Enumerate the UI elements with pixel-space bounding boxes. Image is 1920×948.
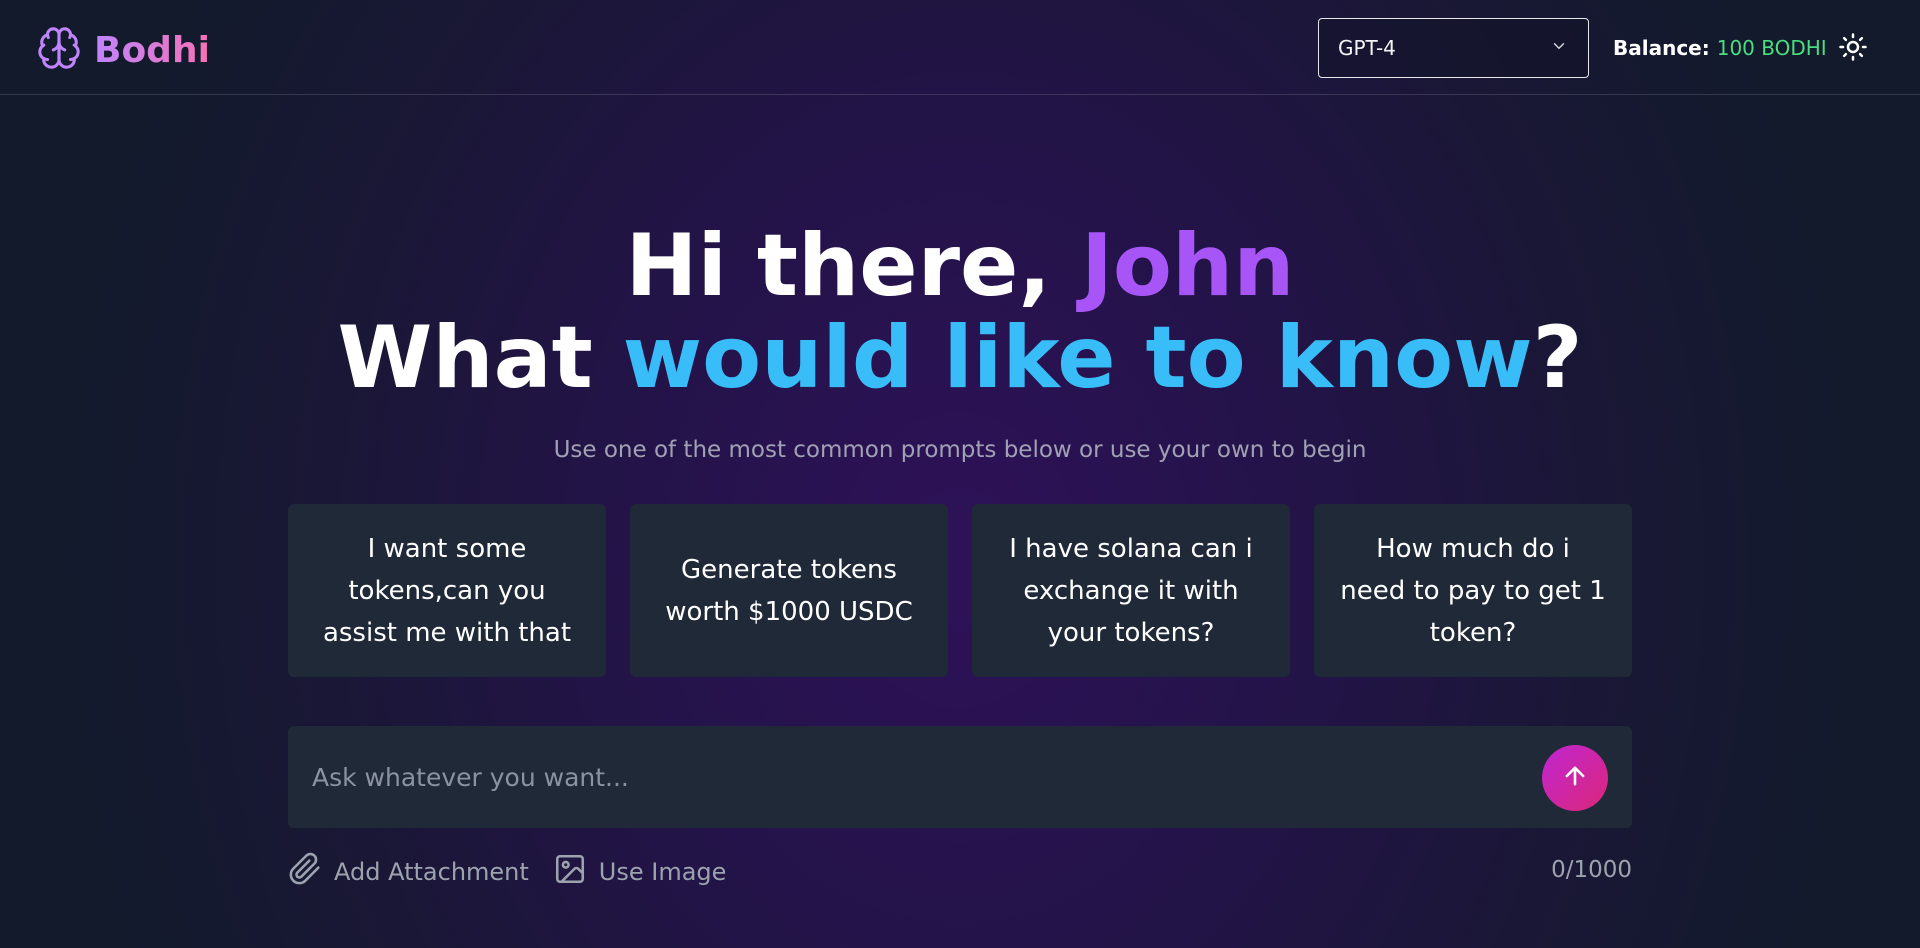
use-image-label: Use Image [598, 858, 727, 886]
greeting-prefix: Hi there, [625, 216, 1081, 316]
question-suffix: ? [1532, 308, 1583, 408]
brain-icon [36, 25, 82, 75]
paperclip-icon [288, 852, 334, 892]
subtitle: Use one of the most common prompts below… [553, 437, 1367, 463]
question-highlight: would like to know [622, 308, 1533, 408]
question-prefix: What [337, 308, 623, 408]
prompt-card[interactable]: How much do i need to pay to get 1 token… [1314, 504, 1632, 677]
balance-display: Balance: 100 BODHI [1613, 36, 1827, 60]
model-select[interactable]: GPT-4 [1318, 18, 1589, 78]
sun-icon [1838, 33, 1868, 66]
prompt-card[interactable]: I want some tokens,can you assist me wit… [288, 504, 606, 677]
theme-toggle-button[interactable] [1838, 32, 1868, 62]
add-attachment-label: Add Attachment [334, 858, 529, 886]
balance-label: Balance: [1613, 36, 1710, 60]
brand-name: Bodhi [94, 29, 210, 71]
prompt-card[interactable]: Generate tokens worth $1000 USDC [630, 504, 948, 677]
user-name: John [1080, 216, 1295, 316]
use-image-button[interactable]: Use Image [553, 852, 727, 892]
hero-heading: Hi there, John What would like to know? [0, 220, 1920, 404]
brand-logo[interactable]: Bodhi [36, 25, 210, 75]
chat-composer [288, 726, 1632, 828]
add-attachment-button[interactable]: Add Attachment [288, 852, 529, 892]
prompt-suggestions: I want some tokens,can you assist me wit… [288, 504, 1632, 677]
question-line: What would like to know? [0, 312, 1920, 404]
model-select-value: GPT-4 [1338, 36, 1396, 60]
image-icon [553, 852, 599, 892]
char-counter: 0/1000 [1551, 857, 1632, 883]
send-button[interactable] [1542, 745, 1608, 811]
arrow-up-icon [1561, 762, 1589, 794]
prompt-card[interactable]: I have solana can i exchange it with you… [972, 504, 1290, 677]
chat-input[interactable] [312, 756, 1492, 798]
chevron-down-icon [1550, 36, 1568, 60]
composer-tools: Add Attachment Use Image [288, 852, 750, 892]
greeting-line: Hi there, John [0, 220, 1920, 312]
balance-value: 100 BODHI [1716, 36, 1827, 60]
top-bar: Bodhi GPT-4 Balance: 100 BODHI [0, 0, 1920, 95]
